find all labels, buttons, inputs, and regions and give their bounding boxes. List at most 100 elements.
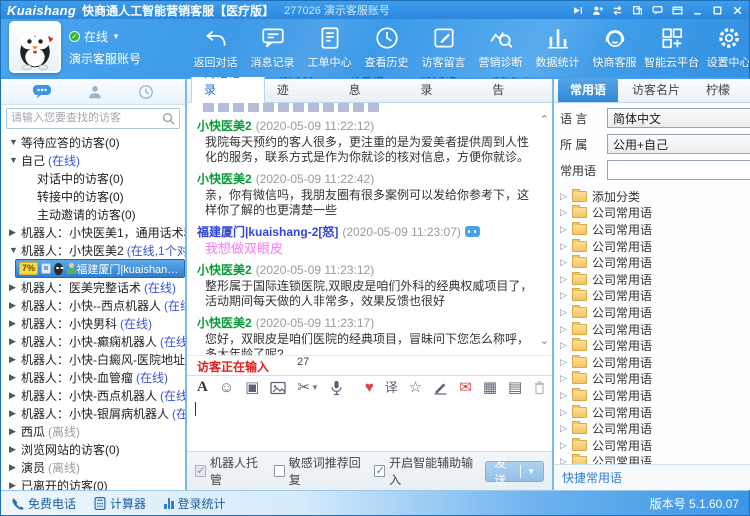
folder-add-category[interactable]: ▷添加分类 [560,188,750,205]
layout-button[interactable]: ▤ [508,380,522,395]
favorite-button[interactable]: ♥ [365,380,374,395]
toolbar-tickets-button[interactable]: 工单中心 [301,25,358,70]
tab-visitor-card[interactable]: 访客名片 [620,78,692,102]
tab-conversations[interactable] [32,84,52,99]
toolbar-service-button[interactable]: 快商客服 [586,25,643,70]
mail-button[interactable]: ✉ [459,380,472,395]
group-actor[interactable]: ▶演员(离线) [1,458,185,476]
option-sensitive-reply[interactable]: 敏感词推荐回复 [274,454,364,488]
editor-toolbar: A ☺ ▣ ✂▼ ♥ 译 ☆ ✉ ▦ ▤ [187,375,552,399]
group-self-invited[interactable]: 主动邀请的访客(0) [1,205,185,223]
group-waiting[interactable]: ▼等待应答的访客(0) [1,133,185,151]
group-xigua[interactable]: ▶西瓜(离线) [1,422,185,440]
table-button[interactable]: ▦ [483,380,497,395]
robot-item[interactable]: ▶机器人：小快-银屑病机器人(在线) [1,404,185,422]
close-icon[interactable] [732,5,743,16]
transfer-icon[interactable] [612,5,623,16]
scroll-up-icon[interactable]: ⌃ [540,113,549,126]
tab-contacts[interactable] [87,84,103,100]
robot-item[interactable]: ▶机器人：小快男科(在线) [1,314,185,332]
robot-item[interactable]: ▶机器人：小快-血管瘤(在线) [1,368,185,386]
language-select[interactable]: 简体中文▼ [607,108,750,128]
phrase-folder[interactable]: ▷公司常用语 [560,420,750,437]
tab-recent[interactable] [138,84,154,100]
owner-select[interactable]: 公用+自己▼ [607,134,750,154]
screenshot-button[interactable]: ▣ [245,380,259,395]
robot-item[interactable]: ▶机器人：小快-西点机器人(在线) [1,386,185,404]
phrase-tree[interactable]: ▷添加分类 ▷公司常用语 ▷公司常用语 ▷公司常用语 ▷公司常用语 ▷公司常用语… [554,185,750,464]
free-call-button[interactable]: 免费电话 [11,495,76,512]
phrase-folder[interactable]: ▷公司常用语 [560,337,750,354]
voice-button[interactable] [330,380,343,396]
add-user-icon[interactable] [592,5,603,16]
login-stats-button[interactable]: 登录统计 [164,495,226,512]
translate-button[interactable]: 译 [385,381,398,394]
skip-icon[interactable] [572,5,583,16]
phrase-search-input[interactable] [607,160,750,180]
quick-phrases-link[interactable]: 快捷常用语 [562,469,622,486]
toolbar-cloud-button[interactable]: 智能云平台 [643,25,700,70]
phrase-folder[interactable]: ▷公司常用语 [560,205,750,222]
toolbar-settings-button[interactable]: 设置中心 [700,25,749,70]
robot-item[interactable]: ▶机器人：小快-癫痫机器人(在线) [1,332,185,350]
group-self[interactable]: ▼自己(在线) [1,151,185,169]
phrase-folder[interactable]: ▷公司常用语 [560,288,750,305]
robot-item-expanded[interactable]: ▼机器人：小快医美2(在线,1个对话中) [1,241,185,259]
checkbox-icon [274,465,285,477]
avatar[interactable] [9,21,61,73]
emoji-button[interactable]: ☺ [219,380,234,395]
image-button[interactable] [270,381,286,395]
phrase-folder[interactable]: ▷公司常用语 [560,321,750,338]
selected-visitor-row[interactable]: 7% 福建厦门|kuaishang-2[怒] (6... [15,259,185,278]
font-button[interactable]: A [197,380,208,395]
tab-lemon[interactable]: 柠檬 [694,78,742,102]
message-input[interactable] [187,399,552,451]
maximize-icon[interactable] [712,5,723,16]
phrase-folder[interactable]: ▷公司常用语 [560,387,750,404]
phrase-folder[interactable]: ▷公司常用语 [560,221,750,238]
toolbar-history-button[interactable]: 查看历史 [358,25,415,70]
option-robot-host[interactable]: 机器人托管 [195,454,264,488]
phrase-folder[interactable]: ▷公司常用语 [560,254,750,271]
search-icon[interactable] [162,112,175,125]
chat-bubble-icon[interactable] [652,5,663,16]
phrase-folder[interactable]: ▷公司常用语 [560,354,750,371]
person-icon [87,84,103,100]
group-self-transfer[interactable]: 转接中的访客(0) [1,187,185,205]
toolbar-messages-button[interactable]: 消息记录 [244,25,301,70]
panel-icon[interactable] [672,5,683,16]
clipboard-icon[interactable] [632,5,643,16]
phrase-folder[interactable]: ▷公司常用语 [560,454,750,465]
tab-common-phrases[interactable]: 常用语 [558,78,618,102]
phrase-folder[interactable]: ▷公司常用语 [560,437,750,454]
phrase-folder[interactable]: ▷公司常用语 [560,238,750,255]
phrase-folder[interactable]: ▷公司常用语 [560,304,750,321]
phrase-folder[interactable]: ▷公司常用语 [560,404,750,421]
star-button[interactable]: ☆ [409,380,422,395]
send-button[interactable]: 发送▼ [485,461,544,482]
group-self-chatting[interactable]: 对话中的访客(0) [1,169,185,187]
group-left[interactable]: ▶已离开的访客(0) [1,476,185,490]
robot-item[interactable]: ▶机器人：小快-白癜风-医院地址为空(在线) [1,350,185,368]
robot-item[interactable]: ▶机器人：小快--西点机器人(在线) [1,296,185,314]
robot-item[interactable]: ▶机器人：小快医美1，通用话术和...(在线) [1,223,185,241]
signature-button[interactable] [433,380,448,395]
toolbar-stats-button[interactable]: 数据统计 [529,25,586,70]
scroll-down-icon[interactable]: ⌄ [540,334,549,347]
toolbar-diagnose-button[interactable]: 营销诊断 [472,25,529,70]
option-smart-assist[interactable]: 开启智能辅助输入 [374,454,475,488]
phrase-folder[interactable]: ▷公司常用语 [560,271,750,288]
folder-icon [572,373,587,384]
cut-button[interactable]: ✂▼ [297,380,319,395]
toolbar-feedback-button[interactable]: 访客留言 [415,25,472,70]
toolbar-back-button[interactable]: 返回对话 [187,25,244,70]
trash-button[interactable] [533,380,546,395]
group-browsing[interactable]: ▶浏览网站的访客(0) [1,440,185,458]
robot-item[interactable]: ▶机器人：医美完整话术(在线) [1,278,185,296]
search-input[interactable] [11,112,162,124]
phrase-folder[interactable]: ▷公司常用语 [560,371,750,388]
status-selector[interactable]: ✓ 在线 ▼ [69,28,177,45]
message-list[interactable]: 小快医美2(2020-05-09 11:22:12) 我院每天预约的客人很多，更… [187,103,552,355]
minimize-icon[interactable] [692,5,703,16]
calculator-button[interactable]: 计算器 [94,495,146,512]
